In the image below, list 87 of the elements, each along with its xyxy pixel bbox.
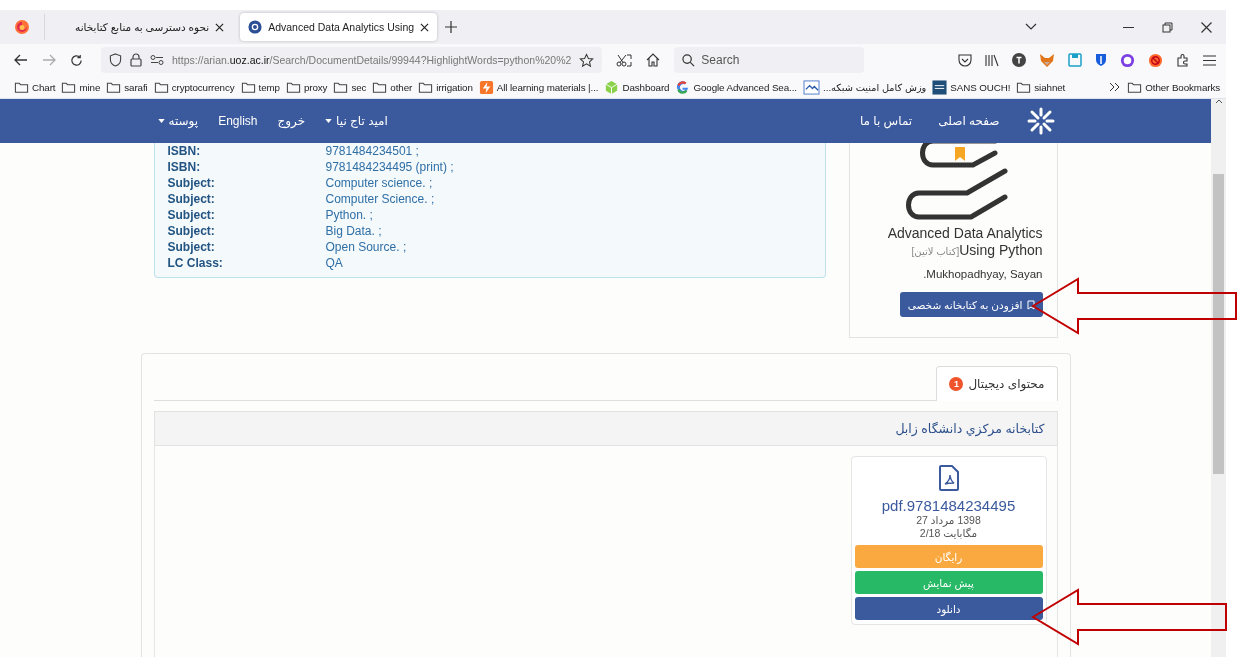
browser-tab[interactable]: نحوه دسترسی به منابع کتابخانه	[67, 13, 233, 41]
nav-link[interactable]: پوسته	[157, 114, 199, 128]
field-value: QA	[325, 255, 344, 271]
browser-tab[interactable]: Advanced Data Analytics Using	[240, 13, 438, 41]
bookmark-link[interactable]: other	[390, 81, 413, 93]
google-g-icon[interactable]	[675, 79, 691, 95]
field-label: Subject:	[167, 223, 216, 239]
home-icon[interactable]	[646, 53, 661, 67]
bookmark-link[interactable]: Google Advanced Sea...	[693, 81, 797, 93]
restore-icon[interactable]	[1162, 21, 1173, 33]
back-arrow-icon[interactable]	[14, 54, 28, 66]
field-value: Computer science. ;	[325, 175, 434, 191]
pocket-icon[interactable]	[958, 53, 972, 67]
nav-link[interactable]: خروج	[277, 114, 306, 128]
pdf-file-icon	[938, 465, 959, 491]
blocked-icon[interactable]	[1148, 52, 1163, 68]
field-label: Subject:	[167, 191, 216, 207]
scroll-up-icon[interactable]	[1214, 99, 1223, 104]
library-name: کتابخانه مرکزي دانشگاه زابل	[895, 421, 1045, 436]
file-date: 1398 مرداد 27	[916, 514, 981, 527]
field-value: 9781484234495 (print) ;	[325, 159, 455, 175]
t-circle-icon[interactable]	[1012, 53, 1026, 67]
bookmark-link[interactable]: SANS OUCH!	[950, 81, 1011, 93]
star-icon[interactable]	[579, 52, 595, 68]
permissions-icon[interactable]	[150, 55, 164, 65]
site-logo-icon[interactable]	[1025, 106, 1056, 136]
bookmark-link[interactable]: ...وزش کامل امنیت شبکه	[822, 81, 927, 93]
field-label: ISBN:	[167, 143, 202, 159]
close-icon[interactable]	[1201, 21, 1212, 33]
bookmark-link[interactable]: proxy	[303, 81, 328, 93]
nav-link[interactable]: English	[218, 114, 258, 128]
bookmark-link[interactable]: Chart	[32, 81, 56, 93]
library-icon[interactable]	[985, 53, 999, 67]
bookmark-link[interactable]: mine	[79, 81, 101, 93]
fox-icon[interactable]	[1039, 52, 1055, 68]
bookmark-link[interactable]: All learning materials |...	[496, 81, 599, 93]
chevron-down-icon[interactable]	[1025, 23, 1037, 31]
bookmark-icon	[1026, 299, 1035, 310]
bookmark-link[interactable]: Other Bookmarks	[1145, 81, 1220, 93]
nav-link[interactable]: صفحه اصلی	[938, 114, 1000, 128]
shield-icon[interactable]	[1095, 53, 1107, 67]
field-label: LC Class:	[167, 255, 224, 271]
field-label: ISBN:	[167, 159, 202, 175]
search-icon	[682, 53, 696, 67]
caret-icon	[325, 119, 333, 123]
add-to-library-button[interactable]: افزودن به کتابخانه شخصی	[899, 292, 1043, 317]
bookmark-link[interactable]: temp	[258, 81, 280, 93]
menu-icon[interactable]	[1203, 54, 1216, 66]
field-value: Python. ;	[325, 207, 374, 223]
picture-icon[interactable]	[802, 79, 820, 95]
double-chevron-icon[interactable]	[1109, 82, 1122, 92]
count-badge: 1	[949, 377, 964, 391]
bookmark-link[interactable]: sarafi	[124, 81, 148, 93]
field-label: Subject:	[167, 207, 216, 223]
caret-icon	[157, 119, 165, 123]
field-label: Subject:	[167, 239, 216, 255]
address-bar[interactable]: https://arian.uoz.ac.ir/Search/DocumentDetails/99944?HighlightWords=python%20%2	[101, 47, 603, 73]
extensions-icon[interactable]	[1176, 53, 1190, 67]
firefox-icon[interactable]	[14, 19, 30, 35]
bookmark-link[interactable]: sec	[351, 81, 367, 93]
file-size: مگابایت 2/18	[919, 527, 978, 540]
book-author: .Mukhopadhyay, Sayan	[923, 268, 1043, 280]
sans-logo-icon[interactable]	[932, 79, 948, 95]
bookmark-link[interactable]: siahnet	[1034, 81, 1066, 93]
search-field[interactable]: Search	[674, 47, 865, 73]
site-favicon-icon	[248, 20, 263, 34]
bookmark-link[interactable]: cryptocurrency	[171, 81, 235, 93]
field-value: 9781484234501 ;	[325, 143, 420, 159]
field-label: Subject:	[167, 175, 216, 191]
download-button[interactable]: دانلود	[854, 597, 1043, 620]
bolt-icon[interactable]	[478, 79, 494, 95]
nav-link[interactable]: تماس با ما	[859, 114, 913, 128]
lock-icon[interactable]	[130, 53, 142, 67]
reload-icon[interactable]	[70, 53, 83, 67]
field-value: Computer Science. ;	[325, 191, 436, 207]
screenshot-icon[interactable]	[616, 52, 633, 68]
shield-icon[interactable]	[109, 53, 122, 67]
new-tab-plus-icon[interactable]	[445, 21, 458, 33]
field-value: Open Source. ;	[325, 239, 408, 255]
scrollbar[interactable]	[1211, 99, 1226, 657]
nav-link[interactable]: امید تاج نیا	[325, 114, 388, 128]
file-name: pdf.9781484234495	[881, 497, 1016, 514]
field-value: Big Data. ;	[325, 223, 383, 239]
close-icon[interactable]	[215, 22, 225, 32]
close-icon[interactable]	[420, 22, 430, 32]
bookmark-link[interactable]: irrigation	[436, 81, 473, 93]
bookmark-link[interactable]: Dashboard	[622, 81, 670, 93]
